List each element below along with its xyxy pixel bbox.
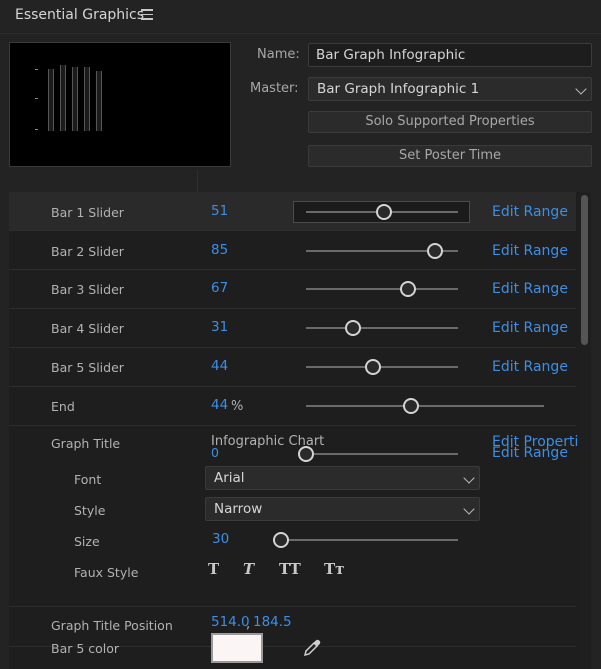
solo-supported-properties-button[interactable]: Solo Supported Properties bbox=[308, 111, 592, 133]
overlapping-value[interactable]: 0 bbox=[211, 445, 219, 460]
font-label: Font bbox=[74, 472, 102, 487]
master-label: Master: bbox=[250, 81, 299, 96]
panel-menu-icon[interactable] bbox=[141, 9, 153, 21]
chevron-down-icon bbox=[463, 503, 475, 515]
slider-knob[interactable] bbox=[298, 446, 314, 462]
style-value: Narrow bbox=[214, 501, 263, 517]
slider-value[interactable]: 44 bbox=[211, 358, 228, 374]
slider-track[interactable] bbox=[306, 366, 458, 368]
master-value: Bar Graph Infographic 1 bbox=[317, 81, 480, 97]
scrollbar[interactable] bbox=[579, 192, 591, 669]
style-label: Style bbox=[74, 503, 106, 518]
position-separator: , bbox=[246, 617, 251, 632]
small-caps-button[interactable]: Tт bbox=[324, 560, 344, 578]
position-x-value[interactable]: 514.0 bbox=[211, 614, 250, 630]
slider-track[interactable] bbox=[306, 453, 458, 455]
style-dropdown[interactable]: Narrow bbox=[205, 497, 480, 521]
slider-knob[interactable] bbox=[345, 320, 362, 336]
chevron-down-icon bbox=[463, 472, 475, 484]
faux-bold-button[interactable]: T bbox=[208, 560, 219, 578]
position-y-value[interactable]: 184.5 bbox=[253, 614, 292, 630]
edit-range-link[interactable]: Edit Range bbox=[492, 359, 568, 375]
property-label: Graph Title Position bbox=[51, 618, 173, 633]
slider-value[interactable]: 51 bbox=[211, 203, 228, 219]
slider-value[interactable]: 31 bbox=[211, 319, 228, 335]
all-caps-button[interactable]: TT bbox=[279, 560, 301, 578]
property-label: Graph Title bbox=[51, 436, 121, 451]
slider-track[interactable] bbox=[306, 288, 458, 290]
slider-knob[interactable] bbox=[399, 281, 416, 297]
slider-value[interactable]: 85 bbox=[211, 242, 228, 258]
edit-range-link[interactable]: Edit Range bbox=[492, 445, 568, 461]
property-label: Bar 2 Slider bbox=[51, 244, 124, 259]
slider-knob[interactable] bbox=[375, 204, 392, 220]
size-slider-track[interactable] bbox=[277, 539, 458, 541]
font-dropdown[interactable]: Arial bbox=[205, 466, 480, 490]
slider-knob[interactable] bbox=[364, 359, 381, 375]
edit-range-link[interactable]: Edit Range bbox=[492, 281, 568, 297]
percent-unit: % bbox=[231, 399, 244, 414]
divider bbox=[197, 170, 198, 192]
faux-italic-button[interactable]: T bbox=[243, 560, 254, 578]
slider-track[interactable] bbox=[306, 327, 458, 329]
edit-range-link[interactable]: Edit Range bbox=[492, 243, 568, 259]
end-slider-track[interactable] bbox=[306, 405, 544, 407]
property-label: Bar 4 Slider bbox=[51, 321, 124, 336]
edit-range-link[interactable]: Edit Range bbox=[492, 204, 568, 220]
color-swatch[interactable] bbox=[211, 633, 263, 663]
property-row-bar1[interactable]: Bar 1 Slider 51 Edit Range bbox=[9, 192, 576, 231]
font-value: Arial bbox=[214, 470, 245, 486]
graphic-preview bbox=[9, 42, 231, 167]
eyedropper-icon[interactable] bbox=[302, 638, 322, 658]
property-row-bar5-color[interactable]: Bar 5 color bbox=[9, 641, 576, 669]
edit-range-link[interactable]: Edit Range bbox=[492, 320, 568, 336]
slider-value[interactable]: 67 bbox=[211, 280, 228, 296]
name-label: Name: bbox=[257, 47, 300, 62]
faux-style-label: Faux Style bbox=[74, 565, 139, 580]
properties-list: Bar 1 Slider 51 Edit Range Bar 2 Slider … bbox=[9, 192, 587, 669]
property-row-bar4[interactable]: Bar 4 Slider 31 Edit Range bbox=[9, 309, 576, 348]
scrollbar-thumb[interactable] bbox=[581, 195, 588, 345]
property-group-graph-title: Graph Title Infographic Chart 0 Edit Pro… bbox=[9, 426, 587, 607]
end-value[interactable]: 44 bbox=[211, 397, 228, 413]
name-input[interactable]: Bar Graph Infographic bbox=[308, 43, 592, 67]
size-value[interactable]: 30 bbox=[212, 531, 229, 547]
property-label: End bbox=[51, 399, 75, 414]
panel-title: Essential Graphics bbox=[15, 7, 145, 23]
property-label: Bar 1 Slider bbox=[51, 205, 124, 220]
property-row-end[interactable]: End 44 % bbox=[9, 387, 576, 426]
chevron-down-icon bbox=[575, 83, 587, 95]
property-row-bar3[interactable]: Bar 3 Slider 67 Edit Range bbox=[9, 270, 576, 309]
property-row-bar2[interactable]: Bar 2 Slider 85 Edit Range bbox=[9, 231, 576, 270]
property-label: Bar 3 Slider bbox=[51, 282, 124, 297]
property-label: Bar 5 Slider bbox=[51, 360, 124, 375]
slider-knob[interactable] bbox=[427, 243, 444, 259]
property-label: Bar 5 color bbox=[51, 641, 120, 656]
property-row-bar5[interactable]: Bar 5 Slider 44 Edit Range bbox=[9, 348, 576, 387]
master-dropdown[interactable]: Bar Graph Infographic 1 bbox=[308, 77, 592, 101]
set-poster-time-button[interactable]: Set Poster Time bbox=[308, 145, 592, 167]
size-slider-knob[interactable] bbox=[273, 532, 289, 548]
end-slider-knob[interactable] bbox=[402, 398, 419, 414]
size-label: Size bbox=[74, 534, 100, 549]
